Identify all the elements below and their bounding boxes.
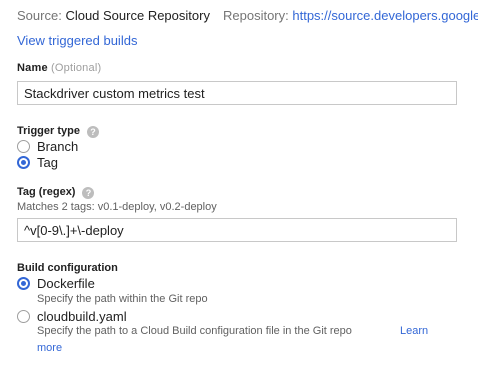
repository-link[interactable]: https://source.developers.google.: [292, 8, 478, 23]
trigger-type-label-text: Trigger type: [17, 125, 80, 137]
tag-regex-label-text: Tag (regex): [17, 186, 76, 198]
learn-more-link-continued[interactable]: more: [37, 342, 62, 354]
build-option-dockerfile[interactable]: Dockerfile: [17, 276, 95, 291]
trigger-option-branch[interactable]: Branch: [17, 139, 78, 154]
build-option-cloudbuild-yaml[interactable]: cloudbuild.yaml: [17, 309, 127, 324]
name-field-label: Name (Optional): [17, 62, 101, 74]
tag-regex-input[interactable]: [17, 218, 457, 242]
radio-checked-icon[interactable]: [17, 277, 30, 290]
tag-option-label: Tag: [37, 155, 58, 170]
branch-option-label: Branch: [37, 139, 79, 154]
name-label-text: Name: [17, 62, 48, 74]
name-input[interactable]: [17, 81, 457, 105]
view-triggered-builds-link[interactable]: View triggered builds: [17, 33, 137, 48]
source-info: Source: Cloud Source Repository: [17, 8, 210, 23]
learn-more-link[interactable]: Learn: [400, 325, 428, 337]
help-icon[interactable]: ?: [82, 187, 95, 199]
tag-matches-text: Matches 2 tags: v0.1-deploy, v0.2-deploy: [17, 201, 217, 213]
dockerfile-hint: Specify the path within the Git repo: [37, 293, 208, 305]
tag-regex-label: Tag (regex)?: [17, 186, 95, 199]
radio-unchecked-icon[interactable]: [17, 310, 30, 323]
radio-checked-icon[interactable]: [17, 156, 30, 169]
cloudbuild-yaml-option-label: cloudbuild.yaml: [37, 309, 127, 324]
repository-info: Repository: https://source.developers.go…: [223, 8, 478, 23]
cloudbuild-yaml-hint: Specify the path to a Cloud Build config…: [37, 325, 352, 337]
source-label: Source:: [17, 8, 62, 23]
optional-label: (Optional): [51, 62, 102, 74]
trigger-option-tag[interactable]: Tag: [17, 155, 58, 170]
trigger-type-label: Trigger type?: [17, 125, 99, 138]
help-icon[interactable]: ?: [86, 126, 99, 138]
dockerfile-option-label: Dockerfile: [37, 276, 95, 291]
repository-label: Repository:: [223, 8, 289, 23]
source-value: Cloud Source Repository: [65, 8, 210, 23]
build-configuration-label: Build configuration: [17, 262, 118, 274]
radio-unchecked-icon[interactable]: [17, 140, 30, 153]
